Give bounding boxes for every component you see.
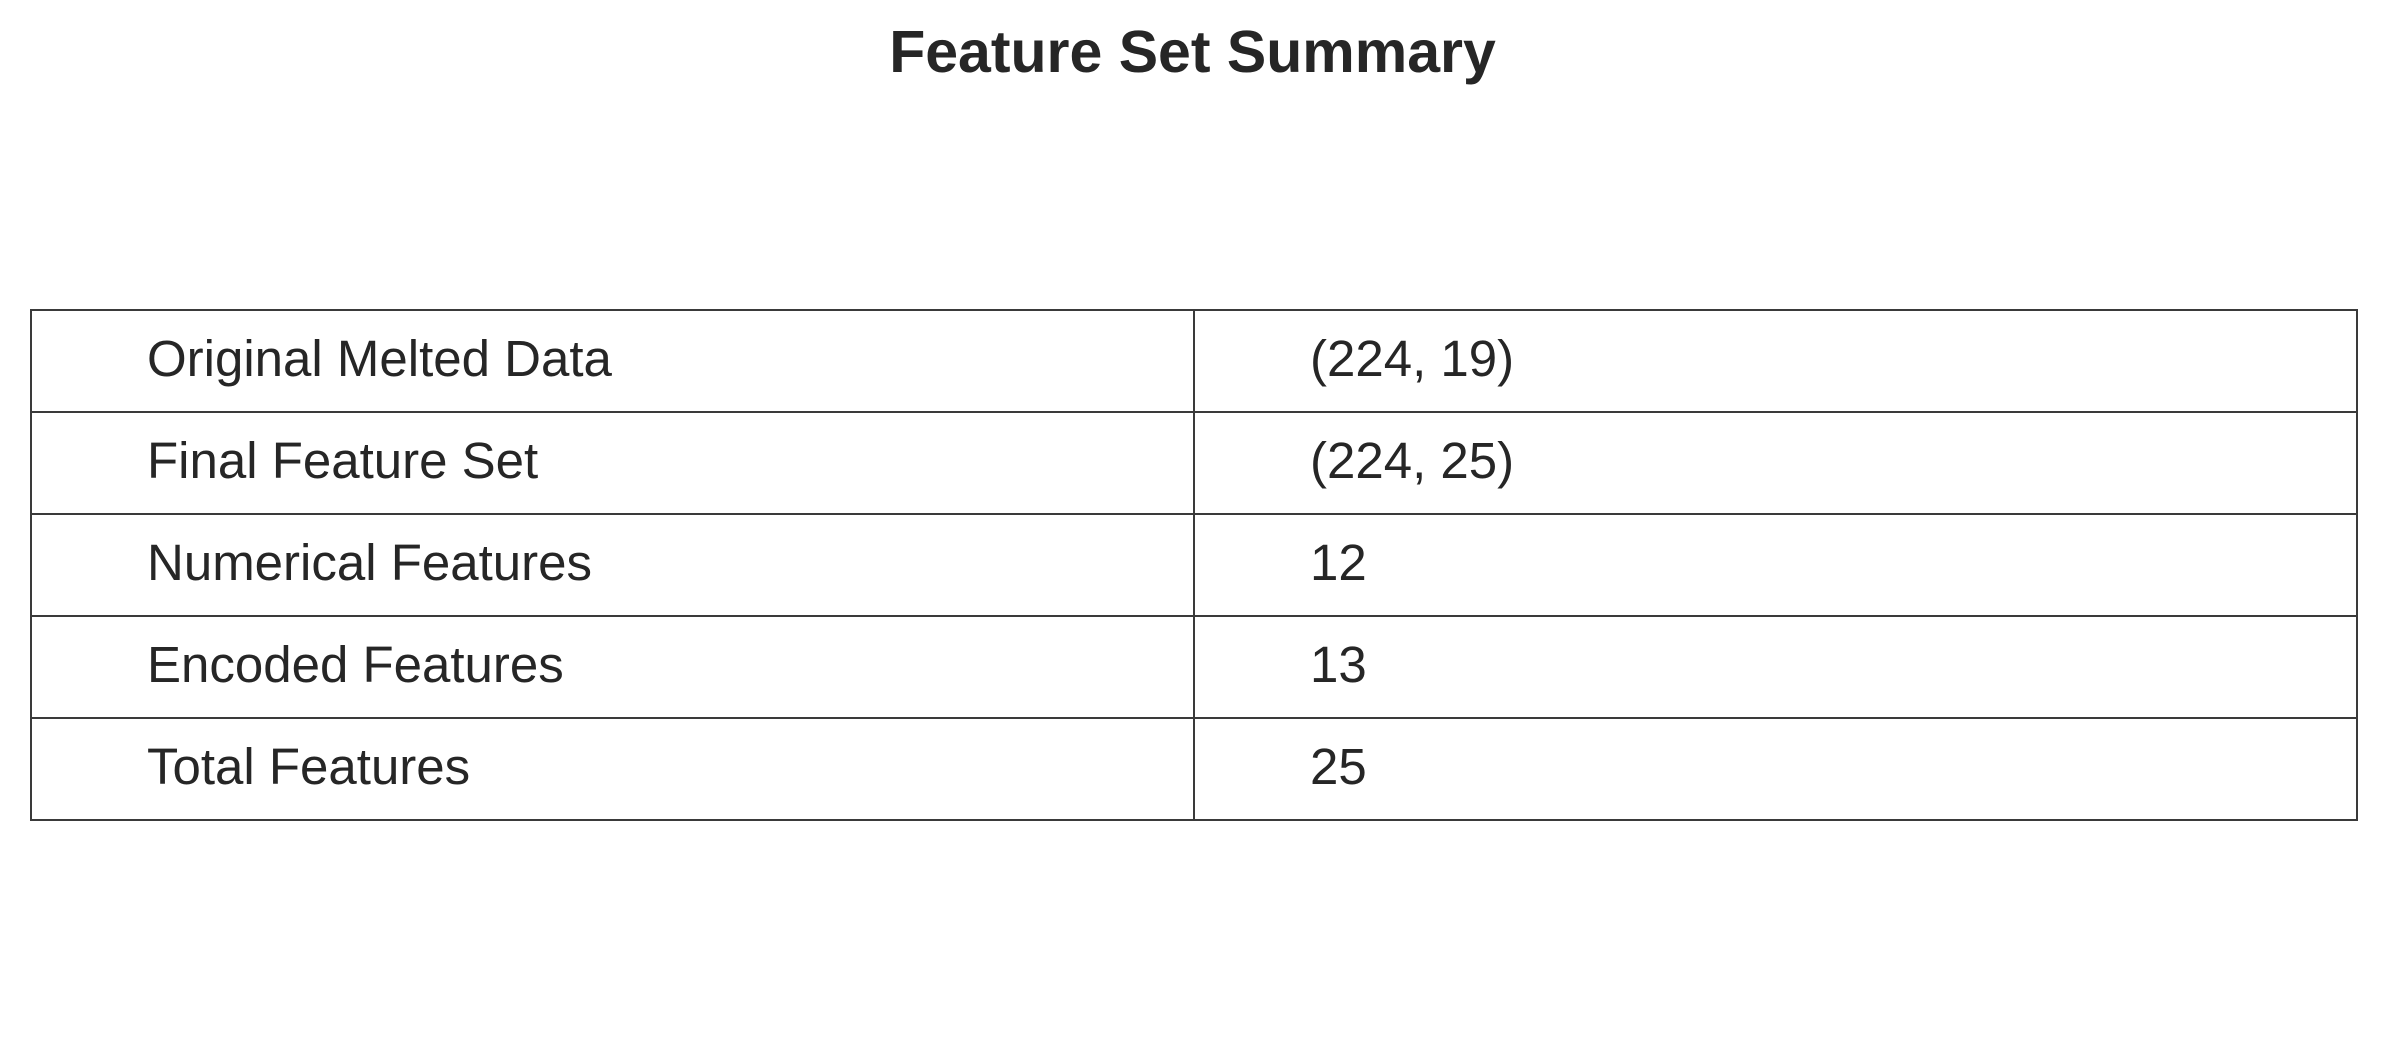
table-row: Total Features 25 (30, 717, 2358, 821)
row-value-cell: (224, 25) (1193, 411, 2358, 515)
row-label-cell: Total Features (30, 717, 1195, 821)
table-body: Original Melted Data (224, 19) Final Fea… (30, 309, 2358, 821)
row-value-cell: 12 (1193, 513, 2358, 617)
table-row: Numerical Features 12 (30, 513, 2358, 617)
table-row: Original Melted Data (224, 19) (30, 309, 2358, 413)
table-title: Feature Set Summary (889, 19, 1496, 85)
row-label-cell: Final Feature Set (30, 411, 1195, 515)
row-label-cell: Original Melted Data (30, 309, 1195, 413)
table-row: Final Feature Set (224, 25) (30, 411, 2358, 515)
row-label-cell: Numerical Features (30, 513, 1195, 617)
table-row: Encoded Features 13 (30, 615, 2358, 719)
summary-table: Original Melted Data (224, 19) Final Fea… (30, 309, 2358, 821)
row-label-cell: Encoded Features (30, 615, 1195, 719)
row-value-cell: (224, 19) (1193, 309, 2358, 413)
row-value-cell: 13 (1193, 615, 2358, 719)
row-value-cell: 25 (1193, 717, 2358, 821)
